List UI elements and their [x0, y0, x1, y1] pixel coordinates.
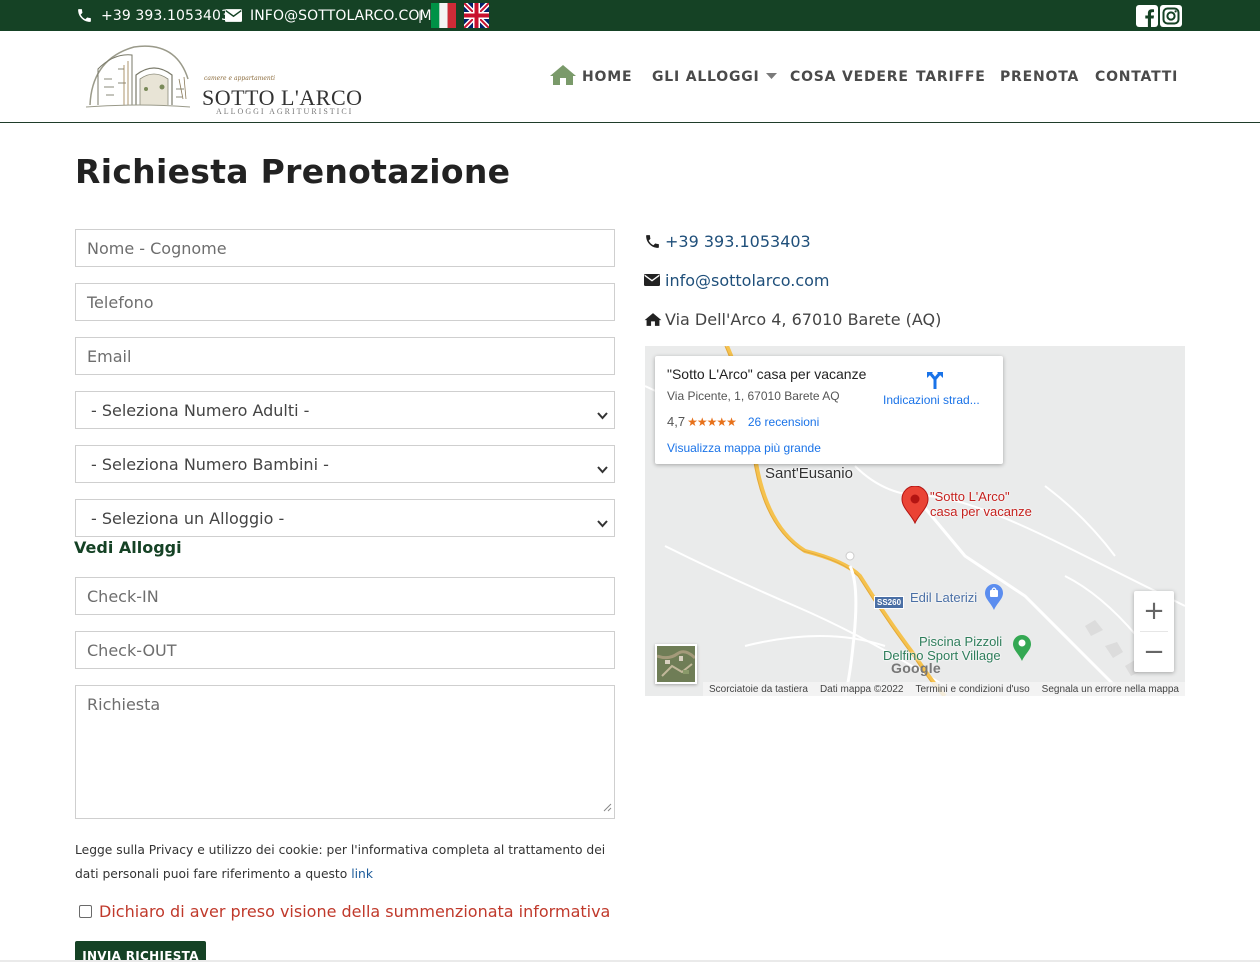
site-header: camere e appartamenti SOTTO L'ARCO ALLOG…	[0, 31, 1260, 123]
satellite-thumbnail	[657, 646, 695, 682]
uk-flag-icon[interactable]	[464, 3, 489, 28]
top-bar: +39 393.1053403 INFO@SOTTOLARCO.COM |	[0, 0, 1260, 31]
map-label-marker: "Sotto L'Arco" casa per vacanze	[930, 489, 1032, 519]
chevron-down-icon	[597, 513, 608, 532]
email-input[interactable]: Email	[75, 337, 615, 375]
chevron-down-icon	[597, 459, 608, 478]
place-title: "Sotto L'Arco" casa per vacanze	[667, 366, 867, 382]
phone-icon	[76, 7, 93, 24]
contact-address-text: Via Dell'Arco 4, 67010 Barete (AQ)	[665, 309, 942, 329]
google-map[interactable]: "Sotto L'Arco" casa per vacanze Via Pice…	[645, 346, 1185, 696]
report-error-link[interactable]: Segnala un errore nella mappa	[1042, 684, 1179, 695]
vedi-alloggi-link[interactable]: Vedi Alloggi	[74, 538, 182, 557]
adults-select[interactable]: - Seleziona Numero Adulti -	[75, 391, 615, 429]
logo-subtitle: ALLOGGI AGRITURISTICI	[216, 107, 354, 116]
rating-stars-icon: ★★★★★	[687, 414, 737, 429]
zoom-in-button[interactable]: +	[1134, 591, 1174, 631]
road-shield-badge: SS260	[874, 596, 905, 609]
nav-home[interactable]: HOME	[549, 62, 632, 92]
nav-prenota-label: PRENOTA	[1000, 69, 1080, 85]
topbar-phone[interactable]: +39 393.1053403	[76, 0, 230, 31]
nav-contatti-label: CONTATTI	[1095, 69, 1179, 85]
facebook-icon[interactable]	[1136, 5, 1158, 27]
contact-email-text: info@sottolarco.com	[665, 270, 830, 290]
topbar-phone-text: +39 393.1053403	[101, 7, 231, 24]
topbar-email-text: INFO@SOTTOLARCO.COM	[250, 7, 432, 24]
consent-label: Dichiaro di aver preso visione della sum…	[99, 901, 611, 921]
map-attribution: Scorciatoie da tastiera Dati mappa ©2022…	[702, 682, 1185, 696]
children-select[interactable]: - Seleziona Numero Bambini -	[75, 445, 615, 483]
shopping-pin-icon[interactable]	[984, 583, 1004, 615]
checkin-input[interactable]: Check-IN	[75, 577, 615, 615]
request-textarea-placeholder: Richiesta	[87, 695, 161, 714]
contact-phone-text: +39 393.1053403	[665, 231, 811, 251]
nav-tariffe-label: TARIFFE	[916, 69, 986, 85]
google-logo: Google	[891, 660, 942, 676]
contact-address: Via Dell'Arco 4, 67010 Barete (AQ)	[644, 308, 941, 330]
home-icon	[644, 312, 662, 327]
accommodation-select-value: - Seleziona un Alloggio -	[91, 508, 285, 528]
caret-down-icon	[765, 67, 777, 83]
map-marker-icon[interactable]	[901, 485, 929, 528]
map-label-marker-line2: casa per vacanze	[930, 504, 1032, 519]
envelope-icon	[644, 274, 662, 286]
directions-link[interactable]: Indicazioni strad...	[883, 393, 980, 407]
resize-handle-icon[interactable]	[603, 797, 612, 816]
checkout-input[interactable]: Check-OUT	[75, 631, 615, 669]
nav-alloggi-label: GLI ALLOGGI	[652, 69, 760, 85]
home-icon	[549, 64, 577, 90]
logo-tagline: camere e appartamenti	[204, 75, 276, 82]
contact-phone[interactable]: +39 393.1053403	[644, 230, 811, 252]
instagram-icon[interactable]	[1160, 5, 1182, 27]
italian-flag-icon[interactable]	[431, 3, 456, 28]
privacy-text: Legge sulla Privacy e utilizzo dei cooki…	[75, 843, 606, 881]
keyboard-shortcuts-link[interactable]: Scorciatoie da tastiera	[709, 684, 808, 695]
directions-icon[interactable]	[925, 370, 945, 395]
phone-input[interactable]: Telefono	[75, 283, 615, 321]
adults-select-value: - Seleziona Numero Adulti -	[91, 400, 310, 420]
nav-tariffe[interactable]: TARIFFE	[916, 62, 986, 92]
name-input[interactable]: Nome - Cognome	[75, 229, 615, 267]
site-logo[interactable]: camere e appartamenti SOTTO L'ARCO ALLOG…	[84, 39, 364, 116]
place-address: Via Picente, 1, 67010 Barete AQ	[667, 389, 840, 403]
envelope-icon	[225, 9, 242, 22]
reviews-link[interactable]: 26 recensioni	[748, 415, 819, 429]
topbar-separator: |	[418, 8, 423, 23]
map-label-edil: Edil Laterizi	[910, 590, 978, 605]
satellite-toggle[interactable]	[655, 644, 697, 684]
place-info-card: "Sotto L'Arco" casa per vacanze Via Pice…	[655, 356, 1003, 464]
children-select-value: - Seleziona Numero Bambini -	[91, 454, 329, 474]
place-rating: 4,7 ★★★★★ 26 recensioni	[667, 414, 819, 429]
page-title: Richiesta Prenotazione	[75, 152, 511, 191]
zoom-controls: + −	[1134, 591, 1174, 672]
bigger-map-link[interactable]: Visualizza mappa più grande	[667, 441, 821, 455]
zoom-out-button[interactable]: −	[1134, 632, 1174, 672]
terms-link[interactable]: Termini e condizioni d'uso	[915, 684, 1029, 695]
privacy-link[interactable]: link	[351, 867, 373, 881]
chevron-down-icon	[597, 405, 608, 424]
privacy-notice: Legge sulla Privacy e utilizzo dei cooki…	[75, 838, 620, 886]
rating-value: 4,7	[667, 414, 686, 429]
submit-button[interactable]: INVIA RICHIESTA	[75, 941, 206, 962]
nav-cosa-vedere[interactable]: COSA VEDERE	[790, 62, 909, 92]
map-data-text: Dati mappa ©2022	[819, 683, 904, 695]
request-textarea[interactable]: Richiesta	[75, 685, 615, 819]
nav-home-label: HOME	[582, 69, 633, 85]
topbar-email[interactable]: INFO@SOTTOLARCO.COM	[225, 0, 432, 31]
contact-email[interactable]: info@sottolarco.com	[644, 269, 830, 291]
map-label-marker-line1: "Sotto L'Arco"	[930, 489, 1010, 504]
nav-alloggi[interactable]: GLI ALLOGGI	[652, 62, 777, 92]
nav-contatti[interactable]: CONTATTI	[1095, 62, 1178, 92]
map-label-town: Sant'Eusanio	[765, 465, 853, 482]
consent-row[interactable]: Dichiaro di aver preso visione della sum…	[79, 900, 610, 922]
accommodation-select[interactable]: - Seleziona un Alloggio -	[75, 499, 615, 537]
map-label-piscina: Piscina Pizzoli	[919, 634, 1003, 649]
nav-prenota[interactable]: PRENOTA	[1000, 62, 1079, 92]
consent-checkbox[interactable]	[79, 904, 92, 918]
phone-icon	[644, 233, 662, 250]
nav-cosa-vedere-label: COSA VEDERE	[790, 69, 909, 85]
logo-arch-drawing	[85, 45, 191, 108]
park-pin-icon[interactable]	[1012, 634, 1032, 666]
